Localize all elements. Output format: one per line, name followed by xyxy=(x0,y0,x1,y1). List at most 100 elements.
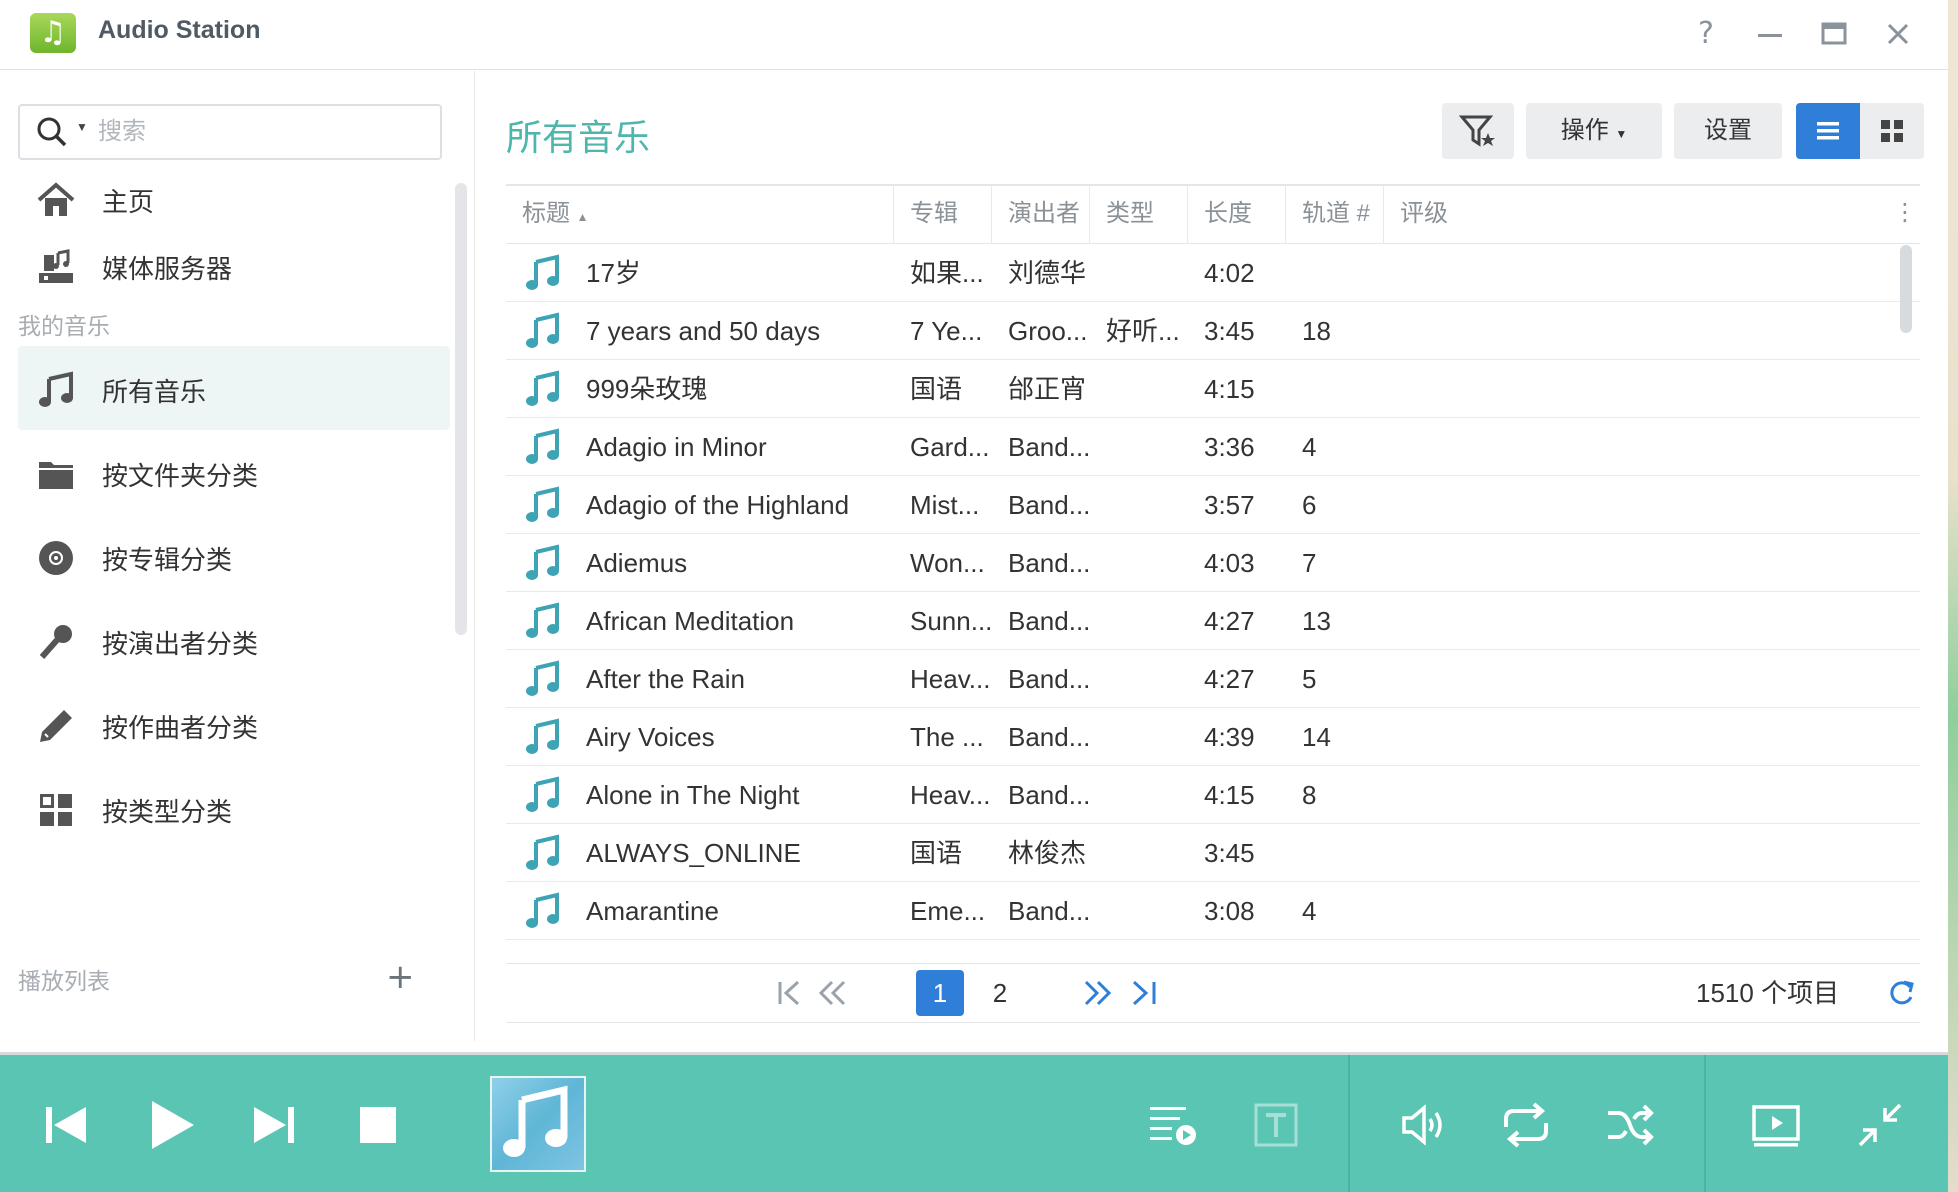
cell-title: Airy Voices xyxy=(586,722,715,752)
cell-length: 4:02 xyxy=(1204,258,1255,288)
column-header-title[interactable]: 标题 ▲ xyxy=(506,186,894,244)
sidebar-item-label: 主页 xyxy=(102,187,155,217)
cell-album: Gard... xyxy=(910,432,990,462)
table-row[interactable]: 7 years and 50 days 7 Ye... Groo... 好听... 3:… xyxy=(506,302,1920,360)
cell-track xyxy=(1302,360,1384,418)
folder-icon xyxy=(39,462,73,489)
table-row[interactable]: Airy Voices The ... Band... 4:39 14 xyxy=(506,708,1920,766)
table-row[interactable]: Alone in The Night Heav... Band... 4:15 8 xyxy=(506,766,1920,824)
column-header-rating[interactable]: 评级 xyxy=(1384,186,1690,244)
stop-icon[interactable] xyxy=(350,1097,406,1153)
maximize-icon[interactable] xyxy=(1812,12,1856,56)
help-icon[interactable]: ? xyxy=(1684,12,1728,56)
search-box[interactable]: ▼ xyxy=(18,104,442,160)
media-server-icon xyxy=(39,249,73,283)
refresh-icon[interactable] xyxy=(1884,970,1918,1016)
cell-title: After the Rain xyxy=(586,664,745,694)
music-note-icon xyxy=(503,1085,568,1157)
sidebar-item-label: 按专辑分类 xyxy=(102,545,233,575)
sidebar-item-label: 按演出者分类 xyxy=(102,629,259,659)
cell-length: 3:08 xyxy=(1204,896,1255,926)
cell-track: 4 xyxy=(1302,896,1317,926)
section-title-my-music: 我的音乐 xyxy=(18,313,110,339)
music-note-icon xyxy=(526,254,559,290)
action-menu-button[interactable]: 操作 ▼ xyxy=(1526,103,1662,159)
sidebar-item-label: 按类型分类 xyxy=(102,797,233,827)
album-art[interactable] xyxy=(490,1076,586,1172)
minimize-player-icon[interactable] xyxy=(1852,1097,1908,1153)
table-scrollbar[interactable] xyxy=(1900,245,1912,333)
cell-album: Sunn... xyxy=(910,606,992,636)
filter-button[interactable] xyxy=(1442,103,1514,159)
sidebar-item-media-server[interactable]: 媒体服务器 xyxy=(18,223,450,307)
table-row[interactable]: After the Rain Heav... Band... 4:27 5 xyxy=(506,650,1920,708)
cell-length: 3:45 xyxy=(1204,838,1255,868)
search-input[interactable] xyxy=(98,114,418,150)
shuffle-icon[interactable] xyxy=(1602,1097,1658,1153)
lyrics-icon[interactable] xyxy=(1248,1097,1304,1153)
search-icon[interactable] xyxy=(36,116,70,148)
minimize-icon[interactable] xyxy=(1748,12,1792,56)
sidebar-item-by-genre[interactable]: 按类型分类 xyxy=(18,766,450,850)
video-mode-icon[interactable] xyxy=(1748,1097,1804,1153)
cell-genre xyxy=(1106,592,1188,650)
table-row[interactable]: Adagio in Minor Gard... Band... 3:36 4 xyxy=(506,418,1920,476)
sidebar-scrollbar[interactable] xyxy=(455,183,467,635)
column-header-track[interactable]: 轨道 # xyxy=(1286,186,1384,244)
column-header-genre[interactable]: 类型 xyxy=(1090,186,1188,244)
table-row[interactable]: African Meditation Sunn... Band... 4:27 13 xyxy=(506,592,1920,650)
column-header-length[interactable]: 长度 xyxy=(1188,186,1286,244)
table-header: 标题 ▲ 专辑 演出者 类型 长度 轨道 # 评级 ⋮ xyxy=(506,186,1920,244)
chevron-down-icon[interactable]: ▼ xyxy=(76,120,88,134)
next-icon[interactable] xyxy=(246,1097,302,1153)
cell-genre: 好听... xyxy=(1106,316,1180,346)
sidebar-item-by-artist[interactable]: 按演出者分类 xyxy=(18,598,450,682)
last-page-icon[interactable] xyxy=(1126,970,1162,1016)
add-playlist-button[interactable]: + xyxy=(386,957,415,997)
sidebar-item-label: 所有音乐 xyxy=(102,377,207,407)
column-header-album[interactable]: 专辑 xyxy=(894,186,992,244)
play-icon[interactable] xyxy=(144,1097,200,1153)
player-divider xyxy=(1704,1055,1706,1192)
music-table: 标题 ▲ 专辑 演出者 类型 长度 轨道 # 评级 ⋮ 17岁 如果... 刘德华 4… xyxy=(506,184,1920,961)
column-header-artist[interactable]: 演出者 xyxy=(992,186,1090,244)
cell-track: 8 xyxy=(1302,780,1317,810)
page-2-button[interactable]: 2 xyxy=(980,970,1020,1016)
list-view-button[interactable] xyxy=(1796,103,1860,159)
page-1-button[interactable]: 1 xyxy=(916,970,964,1016)
playlist-play-icon[interactable] xyxy=(1144,1097,1200,1153)
cell-title: Adagio in Minor xyxy=(586,432,767,462)
sidebar-item-by-folder[interactable]: 按文件夹分类 xyxy=(18,430,450,514)
grid-view-button[interactable] xyxy=(1860,103,1924,159)
cell-length: 4:15 xyxy=(1204,374,1255,404)
pen-icon xyxy=(40,710,72,742)
chevron-down-icon: ▼ xyxy=(1615,127,1628,141)
grid-view-icon xyxy=(1881,120,1903,142)
next-page-icon[interactable] xyxy=(1080,970,1116,1016)
cell-album: Won... xyxy=(910,548,985,578)
table-row[interactable]: 17岁 如果... 刘德华 4:02 xyxy=(506,244,1920,302)
close-icon[interactable] xyxy=(1876,12,1920,56)
sidebar-item-by-album[interactable]: 按专辑分类 xyxy=(18,514,450,598)
cell-artist: 邰正宵 xyxy=(1008,374,1087,404)
repeat-icon[interactable] xyxy=(1498,1097,1554,1153)
previous-page-icon[interactable] xyxy=(814,970,850,1016)
cell-genre xyxy=(1106,418,1188,476)
cell-length: 4:27 xyxy=(1204,664,1255,694)
sidebar-item-by-composer[interactable]: 按作曲者分类 xyxy=(18,682,450,766)
first-page-icon[interactable] xyxy=(772,970,808,1016)
table-row[interactable]: Adiemus Won... Band... 4:03 7 xyxy=(506,534,1920,592)
table-row[interactable]: Amarantine Eme... Band... 3:08 4 xyxy=(506,882,1920,940)
sidebar-item-all-music[interactable]: 所有音乐 xyxy=(18,346,450,430)
cell-album: The ... xyxy=(910,722,984,752)
column-menu-icon[interactable]: ⋮ xyxy=(1890,198,1920,232)
cell-artist: Band... xyxy=(1008,490,1090,520)
previous-icon[interactable] xyxy=(38,1097,94,1153)
table-row[interactable]: Adagio of the Highland Mist... Band... 3:57… xyxy=(506,476,1920,534)
volume-icon[interactable] xyxy=(1396,1097,1452,1153)
cell-length: 4:27 xyxy=(1204,606,1255,636)
table-row[interactable]: ALWAYS_ONLINE 国语 林俊杰 3:45 xyxy=(506,824,1920,882)
cell-artist: Band... xyxy=(1008,896,1090,926)
table-row[interactable]: 999朵玫瑰 国语 邰正宵 4:15 xyxy=(506,360,1920,418)
settings-button[interactable]: 设置 xyxy=(1674,103,1782,159)
